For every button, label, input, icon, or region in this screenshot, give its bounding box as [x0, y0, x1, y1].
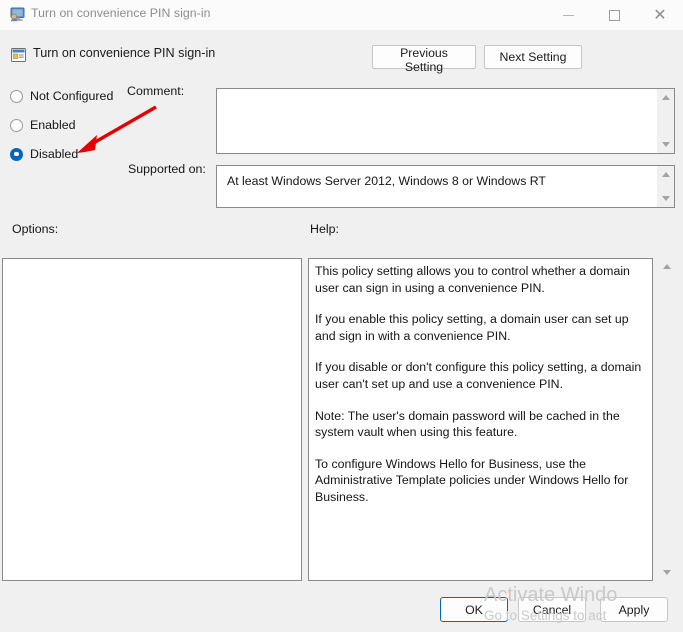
scroll-down-icon[interactable] [657, 190, 674, 207]
annotation-arrow-icon [70, 100, 170, 162]
help-paragraph: Note: The user's domain password will be… [315, 408, 620, 440]
supported-on-field[interactable]: At least Windows Server 2012, Windows 8 … [216, 165, 675, 208]
scroll-up-icon[interactable] [658, 258, 675, 275]
help-text: This policy setting allows you to contro… [315, 263, 647, 506]
radio-icon [10, 118, 23, 132]
next-setting-button[interactable]: Next Setting [484, 45, 582, 69]
comment-label: Comment: [127, 84, 185, 98]
options-label: Options: [12, 222, 59, 236]
policy-setting-dialog: Turn on convenience PIN sign-in ✕ Turn o… [0, 0, 683, 632]
help-paragraph: If you enable this policy setting, a dom… [315, 312, 629, 343]
group-policy-setting-icon [10, 47, 27, 63]
policy-monitor-icon [9, 7, 26, 23]
close-button[interactable]: ✕ [637, 0, 683, 30]
cancel-button[interactable]: Cancel [518, 597, 586, 622]
help-label: Help: [310, 222, 339, 236]
radio-enabled[interactable]: Enabled [10, 116, 75, 134]
radio-disabled[interactable]: Disabled [10, 145, 78, 163]
minimize-icon [562, 14, 574, 16]
comment-input[interactable] [216, 88, 675, 154]
supported-on-scrollbar[interactable] [657, 166, 674, 207]
ok-button[interactable]: OK [440, 597, 508, 622]
help-paragraph: If you disable or don't configure this p… [315, 360, 642, 391]
window-title: Turn on convenience PIN sign-in [31, 6, 211, 20]
supported-on-value: At least Windows Server 2012, Windows 8 … [227, 174, 546, 188]
help-panel: This policy setting allows you to contro… [308, 258, 653, 581]
options-panel[interactable] [2, 258, 302, 581]
radio-icon [10, 89, 23, 103]
previous-setting-button[interactable]: Previous Setting [372, 45, 476, 74]
minimize-button[interactable] [545, 0, 591, 30]
scroll-up-icon[interactable] [657, 166, 674, 183]
maximize-button[interactable] [591, 0, 637, 30]
scroll-up-icon[interactable] [657, 89, 674, 106]
maximize-icon [608, 9, 620, 21]
apply-button[interactable]: Apply [600, 597, 668, 622]
radio-label: Not Configured [30, 89, 114, 103]
supported-on-label: Supported on: [128, 162, 206, 176]
close-icon: ✕ [653, 5, 667, 24]
radio-selected-icon [10, 147, 23, 161]
radio-label: Disabled [30, 147, 79, 161]
setting-title: Turn on convenience PIN sign-in [33, 46, 216, 60]
title-bar: Turn on convenience PIN sign-in ✕ [0, 0, 683, 31]
scroll-down-icon[interactable] [657, 136, 674, 153]
comment-scrollbar[interactable] [657, 89, 674, 153]
radio-not-configured[interactable]: Not Configured [10, 87, 113, 105]
radio-label: Enabled [30, 118, 76, 132]
help-paragraph: This policy setting allows you to contro… [315, 264, 630, 295]
help-paragraph: To configure Windows Hello for Business,… [315, 456, 629, 504]
scroll-down-icon[interactable] [658, 564, 675, 581]
help-scrollbar[interactable] [658, 258, 675, 581]
